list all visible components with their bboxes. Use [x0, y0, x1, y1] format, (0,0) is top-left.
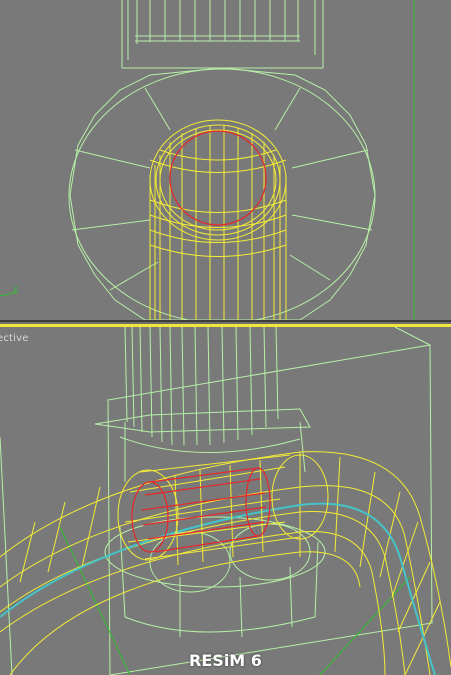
viewport-separator[interactable]: [0, 320, 451, 327]
bottom-viewport[interactable]: ective RESiM 6: [0, 327, 451, 675]
stem-wireframe: [121, 0, 324, 69]
top-viewport[interactable]: y: [0, 0, 451, 320]
axis-y-label: y: [13, 284, 18, 293]
caption-text: RESiM 6: [189, 651, 262, 670]
viewport-label[interactable]: ective: [0, 333, 29, 344]
front-wireframe: [0, 0, 415, 320]
selected-tube-top: [149, 119, 287, 320]
selected-cylinder: [117, 454, 329, 566]
torus-wireframe: [0, 451, 451, 675]
perspective-wireframe: [0, 327, 451, 675]
